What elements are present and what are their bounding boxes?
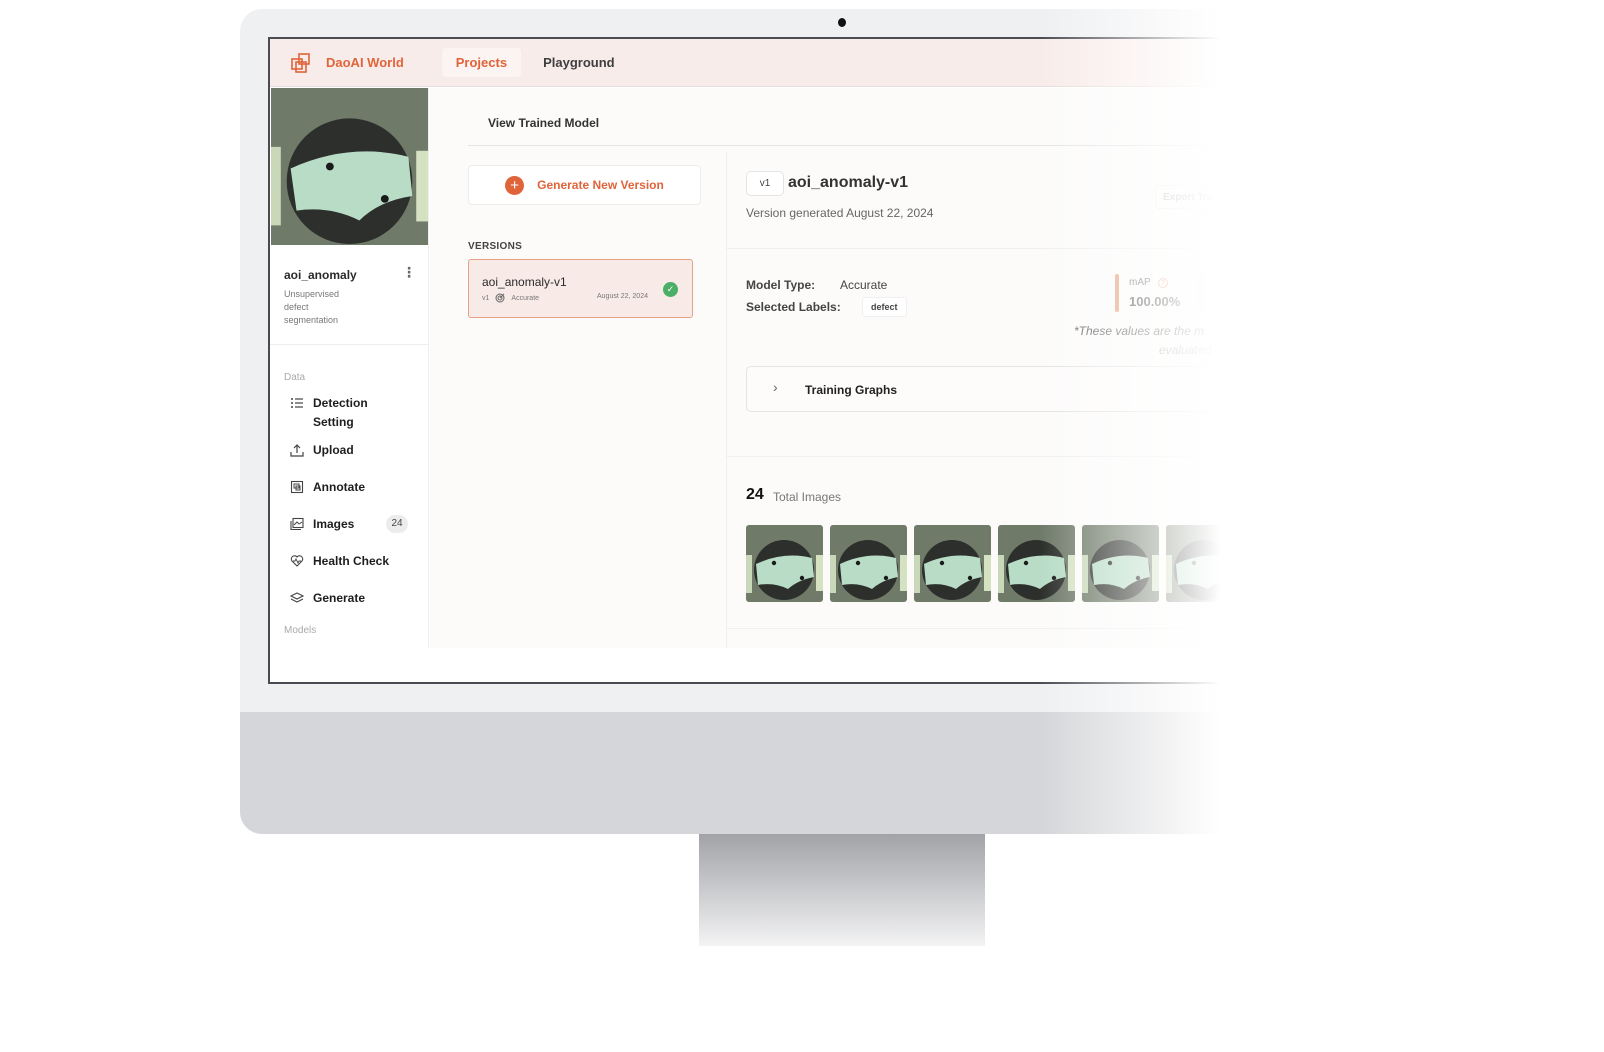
version-card[interactable]: aoi_anomaly-v1 v1 Accurate August 22, 20… [468,259,693,318]
version-type: Accurate [511,294,540,302]
target-icon [495,293,505,303]
sidebar-item-generate[interactable]: Generate [290,589,410,608]
page-title: View Trained Model [488,116,600,130]
image-thumbnail[interactable] [746,525,823,602]
annotate-icon [290,480,304,494]
model-type-label: Model Type: [746,278,816,292]
layers-icon [290,592,304,603]
images-count-badge: 24 [386,515,408,533]
main-content: View Trained Model + Generate New Versio… [430,88,1268,648]
column-divider [726,151,727,648]
camera-dot [838,18,846,27]
version-tag: v1 [482,294,490,302]
section-divider [727,456,1268,457]
sidebar-item-annotate[interactable]: Annotate [290,478,410,497]
brand-logo[interactable]: DaoAI World [290,52,404,74]
image-thumbnail[interactable] [830,525,907,602]
image-thumbnails [746,525,1243,602]
metrics-note-line2: evaluated [1159,343,1212,357]
metric-label: mAP [1129,277,1151,288]
metrics-note: *These values are the m [1074,324,1205,338]
export-button[interactable]: Export Trai [1155,185,1265,209]
metric-accent-bar [1115,274,1119,312]
metric-accent-bar-2 [1198,274,1202,312]
selected-labels-label: Selected Labels: [746,300,841,314]
tab-projects[interactable]: Projects [441,48,522,77]
version-pill: v1 [746,171,784,196]
chevron-right-icon: › [773,379,778,395]
section-divider [727,628,1268,629]
sidebar-section-data: Data [284,372,306,383]
section-divider [727,248,1268,249]
image-thumbnail[interactable] [914,525,991,602]
version-date: August 22, 2024 [597,293,648,300]
project-thumbnail[interactable] [270,88,429,245]
sidebar-item-label: Health Check [313,554,390,568]
image-thumbnail[interactable] [998,525,1075,602]
label-chip: defect [862,297,907,317]
version-title: aoi_anomaly-v1 [788,174,909,191]
generate-new-version-button[interactable]: + Generate New Version [468,165,701,205]
total-images-count: 24 [746,486,764,503]
image-thumbnail[interactable] [1082,525,1159,602]
project-name: aoi_anomaly [284,268,357,282]
monitor-stand [699,834,985,946]
image-thumbnail[interactable] [1166,525,1243,602]
sidebar-item-health-check[interactable]: Health Check [290,552,410,571]
upload-icon [290,444,304,457]
heart-icon [290,555,304,567]
check-circle-icon: ✓ [663,282,678,297]
kebab-menu-icon[interactable]: ⋮ [402,264,416,281]
sidebar-section-models: Models [284,625,317,636]
training-graphs-label: Training Graphs [805,383,898,397]
training-graphs-accordion[interactable]: › Training Graphs [746,366,1268,412]
sidebar-item-label: Annotate [313,480,365,494]
logo-icon [291,52,310,73]
sidebar-divider [270,344,429,345]
title-divider [468,145,1268,146]
versions-heading: VERSIONS [468,241,523,252]
help-icon[interactable]: ? [1158,278,1168,288]
tab-playground[interactable]: Playground [529,48,629,77]
top-nav-bar: DaoAI World Projects Playground [270,39,1268,87]
sidebar-item-label: Upload [313,443,354,457]
list-icon [291,398,303,408]
sidebar: aoi_anomaly ⋮ Unsupervised defect segmen… [270,88,429,648]
images-icon [290,517,304,531]
version-meta: v1 Accurate [482,293,539,303]
project-description: Unsupervised defect segmentation [284,289,340,325]
sidebar-item-label: Images [313,517,355,531]
plus-icon: + [505,175,525,195]
generate-button-label: Generate New Version [537,178,664,192]
metric-value: 100.00% [1129,294,1181,309]
sidebar-item-label: Generate [313,591,366,605]
monitor-chin [240,712,1604,834]
project-image [271,88,428,245]
sidebar-item-label: Detection Setting [313,396,368,429]
sidebar-item-upload[interactable]: Upload [290,441,410,460]
brand-name: DaoAI World [326,55,404,70]
version-subtitle: Version generated August 22, 2024 [746,206,934,220]
model-type-value: Accurate [840,278,888,292]
total-images-label: Total Images [773,490,842,504]
screen: DaoAI World Projects Playground aoi_anom… [268,37,1268,684]
sidebar-item-detection-setting[interactable]: Detection Setting [290,394,410,432]
version-name: aoi_anomaly-v1 [482,275,567,289]
